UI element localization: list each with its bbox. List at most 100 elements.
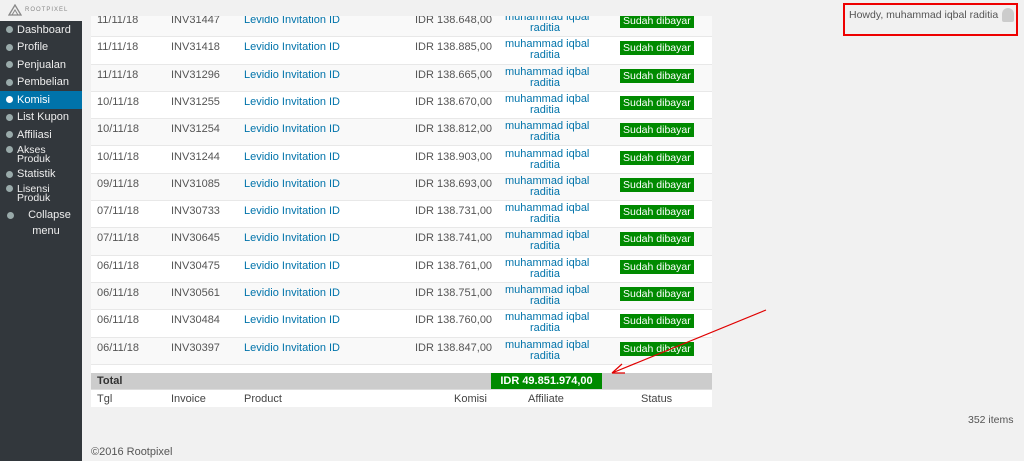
gear-icon [6,61,13,69]
brand-logo[interactable]: ROOTPIXEL [8,4,68,16]
table-row: 06/11/18 INV30397 Levidio Invitation ID IDR… [91,337,712,365]
sidebar-item-penjualan[interactable]: Penjualan [0,56,82,74]
cell-date: 11/11/18 [97,41,139,54]
product-link[interactable]: Levidio Invitation ID [244,287,340,299]
cell-date: 06/11/18 [97,287,140,299]
product-link[interactable]: Levidio Invitation ID [244,16,340,26]
sidebar-item-label: Pembelian [17,76,69,89]
status-badge: Sudah dibayar [620,232,694,247]
product-link[interactable]: Levidio Invitation ID [244,69,340,81]
column-header-komisi[interactable]: Komisi [454,393,487,405]
cell-date: 07/11/18 [97,232,140,245]
cell-date: 06/11/18 [97,341,140,354]
status-badge: Sudah dibayar [620,314,694,329]
product-link[interactable]: Levidio Invitation ID [244,314,340,326]
affiliate-name-line2: raditia [530,240,560,253]
cell-invoice: INV31085 [171,177,220,190]
total-label: Total [97,375,123,387]
collapse-label: Collapse [28,209,71,221]
product-link[interactable]: Levidio Invitation ID [244,151,340,163]
table-footer-header: Tgl Invoice Product Komisi Affiliate Sta… [91,389,712,407]
sidebar-item-dashboard[interactable]: Dashboard [0,21,82,39]
table-row: 09/11/18 INV31085 Levidio Invitation ID IDR… [91,173,712,202]
sidebar-item-statistik[interactable]: Statistik [0,166,82,184]
status-badge: Sudah dibayar [620,287,694,301]
sidebar-item-akses-produk[interactable]: Akses Produk [0,144,82,166]
affiliate-link[interactable]: muhammad iqbal raditia [505,257,589,280]
cell-invoice: INV31244 [171,150,220,163]
column-header-product[interactable]: Product [244,393,282,405]
collapse-icon [7,211,15,219]
account-menu[interactable]: Howdy, muhammad iqbal raditia [843,3,1018,36]
affiliate-link[interactable]: muhammad iqbal raditia [505,65,590,89]
product-link[interactable]: Levidio Invitation ID [244,41,340,53]
komisi-table: 11/11/18 INV31447 Levidio Invitation ID IDR… [91,16,712,407]
cell-komisi: IDR 138.665,00 [415,68,493,81]
cell-date: 06/11/18 [97,314,140,327]
affiliate-link[interactable]: muhammad iqbal raditia [505,121,589,143]
product-link[interactable]: Levidio Invitation ID [244,342,340,354]
table-row: 11/11/18 INV31296 Levidio Invitation ID IDR… [91,64,712,92]
affiliate-link[interactable]: muhammad iqbal raditia [505,39,589,61]
column-header-tgl[interactable]: Tgl [97,393,112,405]
sidebar-item-label: Affiliasi [17,128,52,141]
sidebar-item-affiliasi[interactable]: Affiliasi [0,126,82,144]
sidebar-item-lisensi-produk[interactable]: Lisensi Produk [0,183,82,205]
product-link[interactable]: Levidio Invitation ID [244,232,340,244]
affiliate-link[interactable]: muhammad iqbal raditia [505,175,589,198]
cell-komisi: IDR 138.761,00 [415,259,493,272]
affiliate-name-line2: raditia [530,103,560,116]
cell-invoice: INV30561 [171,287,220,299]
sidebar-item-pembelian[interactable]: Pembelian [0,74,82,92]
total-amount: IDR 49.851.974,00 [491,373,602,389]
affiliate-name-line2: raditia [530,213,560,226]
cell-komisi: IDR 138.760,00 [415,314,493,327]
sidebar-item-label: Statistik [17,168,56,181]
column-header-invoice[interactable]: Invoice [171,393,206,405]
avatar [1002,8,1015,22]
product-link[interactable]: Levidio Invitation ID [244,96,340,108]
table-row: 07/11/18 INV30733 Levidio Invitation ID IDR… [91,201,712,229]
sidebar-item-profile[interactable]: Profile [0,39,82,57]
affiliate-link[interactable]: muhammad iqbal raditia [505,285,589,307]
cell-komisi: IDR 138.670,00 [415,95,493,108]
column-header-status[interactable]: Status [641,393,672,405]
table-row: 06/11/18 INV30484 Levidio Invitation ID IDR… [91,310,712,338]
affiliate-link[interactable]: muhammad iqbal raditia [505,339,589,362]
affiliate-name-line1: muhammad iqbal [505,65,590,78]
status-badge: Sudah dibayar [620,150,694,165]
gear-icon [6,185,13,192]
cell-invoice: INV31418 [171,41,220,54]
affiliate-link[interactable]: muhammad iqbal raditia [505,16,589,34]
list-icon [6,113,13,121]
affiliate-name-line2: raditia [530,22,560,34]
affiliate-link[interactable]: muhammad iqbal raditia [505,147,590,171]
product-link[interactable]: Levidio Invitation ID [244,178,340,190]
cell-komisi: IDR 138.847,00 [415,341,493,354]
sidebar-item-list-kupon[interactable]: List Kupon [0,109,82,127]
affiliate-name-line1: muhammad iqbal [505,147,590,160]
gear-icon [6,170,13,178]
product-link[interactable]: Levidio Invitation ID [244,205,340,217]
cell-invoice: INV31447 [171,16,220,26]
status-badge: Sudah dibayar [620,205,694,220]
cell-invoice: INV30645 [171,232,220,245]
collapse-menu-button[interactable]: Collapse menu [0,209,82,237]
cell-invoice: INV30733 [171,205,220,218]
column-header-affiliate[interactable]: Affiliate [528,393,564,405]
product-link[interactable]: Levidio Invitation ID [244,260,340,272]
table-row: 11/11/18 INV31418 Levidio Invitation ID IDR… [91,37,712,65]
sidebar-item-label: Akses Produk [17,143,51,165]
dashboard-icon [6,26,13,34]
items-count: 352 items [968,414,1014,426]
sidebar-item-komisi[interactable]: Komisi [0,91,82,109]
affiliate-link[interactable]: muhammad iqbal raditia [505,230,589,252]
status-badge: Sudah dibayar [620,16,694,28]
status-badge: Sudah dibayar [620,95,694,110]
table-row: 07/11/18 INV30645 Levidio Invitation ID IDR… [91,228,712,256]
product-link[interactable]: Levidio Invitation ID [244,123,340,135]
affiliate-link[interactable]: muhammad iqbal raditia [505,312,589,334]
affiliate-link[interactable]: muhammad iqbal raditia [505,203,589,225]
affiliate-link[interactable]: muhammad iqbal raditia [505,93,589,116]
cell-date: 11/11/18 [97,68,139,81]
